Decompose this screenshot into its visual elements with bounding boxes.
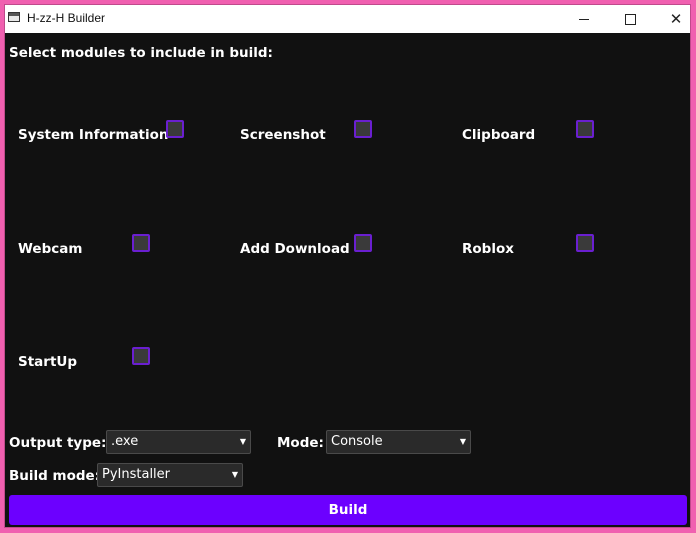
- maximize-icon: [624, 13, 636, 25]
- title-bar[interactable]: H-zz-H Builder ✕: [5, 5, 690, 33]
- mode-value: Console: [331, 434, 383, 449]
- module-label-system-information: System Information: [18, 127, 169, 143]
- module-label-webcam: Webcam: [18, 241, 83, 257]
- mode-label: Mode:: [277, 435, 324, 451]
- app-icon: [8, 12, 20, 22]
- minimize-button[interactable]: [561, 5, 607, 33]
- build-button[interactable]: Build: [9, 495, 687, 525]
- module-checkbox-webcam[interactable]: [132, 234, 150, 252]
- output-type-select[interactable]: .exe ▼: [106, 430, 251, 454]
- mode-select[interactable]: Console ▼: [326, 430, 471, 454]
- builder-window: H-zz-H Builder ✕ Select modules to inclu…: [4, 4, 691, 528]
- module-checkbox-screenshot[interactable]: [354, 120, 372, 138]
- build-mode-label: Build mode:: [9, 468, 101, 484]
- module-checkbox-clipboard[interactable]: [576, 120, 594, 138]
- output-type-label: Output type:: [9, 435, 107, 451]
- chevron-down-icon: ▼: [239, 437, 247, 446]
- module-label-screenshot: Screenshot: [240, 127, 326, 143]
- module-checkbox-add-download[interactable]: [354, 234, 372, 252]
- build-mode-value: PyInstaller: [102, 467, 171, 482]
- module-label-roblox: Roblox: [462, 241, 514, 257]
- minimize-icon: [579, 18, 589, 20]
- main-content: Select modules to include in build: Syst…: [5, 33, 690, 529]
- output-type-value: .exe: [111, 434, 139, 449]
- close-icon: ✕: [669, 10, 683, 28]
- page-heading: Select modules to include in build:: [9, 45, 273, 61]
- module-checkbox-startup[interactable]: [132, 347, 150, 365]
- module-label-clipboard: Clipboard: [462, 127, 536, 143]
- module-checkbox-roblox[interactable]: [576, 234, 594, 252]
- module-checkbox-system-information[interactable]: [166, 120, 184, 138]
- window-title: H-zz-H Builder: [27, 11, 106, 25]
- chevron-down-icon: ▼: [459, 437, 467, 446]
- close-button[interactable]: ✕: [653, 5, 696, 33]
- module-label-add-download: Add Download: [240, 241, 350, 257]
- build-button-label: Build: [328, 502, 368, 518]
- build-mode-select[interactable]: PyInstaller ▼: [97, 463, 243, 487]
- module-label-startup: StartUp: [18, 354, 78, 370]
- maximize-button[interactable]: [607, 5, 653, 33]
- chevron-down-icon: ▼: [231, 470, 239, 479]
